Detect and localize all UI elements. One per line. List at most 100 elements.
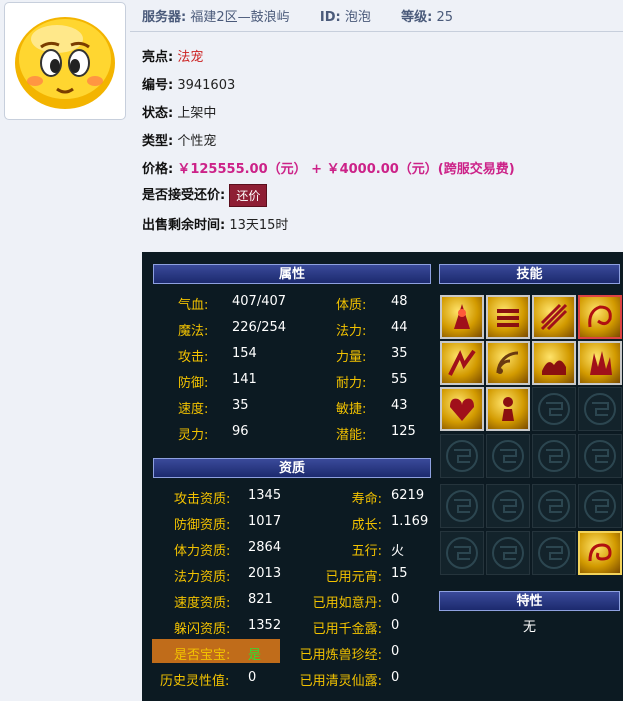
- skill-icon-3[interactable]: [532, 295, 576, 339]
- empty-skill-slot: [486, 484, 530, 528]
- header-divider: [130, 31, 623, 32]
- remain-row: 出售剩余时间: 13天15时: [142, 214, 288, 233]
- type-label: 类型:: [142, 134, 174, 149]
- empty-skill-slot: [486, 531, 530, 575]
- attr-value: 154: [232, 346, 257, 361]
- aptitude-label: 已用元宵:: [325, 570, 382, 585]
- attr-value: 35: [391, 346, 408, 361]
- attr-label: 法力:: [336, 324, 367, 339]
- attr-label: 攻击:: [178, 350, 209, 365]
- empty-skill-slot: [532, 484, 576, 528]
- header-bar: 服务器: 福建2区—鼓浪屿 ID: 泡泡 等级: 25: [142, 6, 453, 25]
- remain-label: 出售剩余时间:: [142, 218, 226, 233]
- traits-header: 特性: [439, 591, 620, 611]
- serial-value: 3941603: [177, 78, 236, 93]
- skill-icon-6[interactable]: [486, 341, 530, 385]
- aptitude-label: 躲闪资质:: [174, 622, 231, 637]
- type-row: 类型: 个性宠: [142, 130, 216, 149]
- counter-offer-label: 是否接受还价:: [142, 188, 226, 203]
- highlight-value: 法宠: [177, 50, 204, 65]
- empty-skill-slot: [440, 531, 484, 575]
- aptitude-value: 0: [248, 670, 257, 685]
- skill-icon-7[interactable]: [532, 341, 576, 385]
- aptitude-value: 1017: [248, 514, 282, 529]
- attr-value: 407/407: [232, 294, 287, 309]
- aptitude-value: 6219: [391, 488, 425, 503]
- aptitude-label: 法力资质:: [174, 570, 231, 585]
- attr-label: 力量:: [336, 350, 367, 365]
- skill-icon-10[interactable]: [486, 387, 530, 431]
- attr-label: 灵力:: [178, 428, 209, 443]
- pet-detail-panel: 属性 技能 气血: 407/407 魔法: 226/254 攻击: 154 防御…: [142, 252, 623, 701]
- attr-label: 敏捷:: [336, 402, 367, 417]
- aptitude-value: 0: [391, 644, 400, 659]
- highlight-row: 亮点: 法宠: [142, 46, 203, 65]
- attr-value: 44: [391, 320, 408, 335]
- attr-value: 125: [391, 424, 416, 439]
- attr-label: 气血:: [178, 298, 209, 313]
- skill-icon-1[interactable]: [440, 295, 484, 339]
- aptitude-header: 资质: [153, 458, 431, 478]
- traits-value: 无: [523, 620, 537, 635]
- status-row: 状态: 上架中: [142, 102, 216, 121]
- skill-icon-4[interactable]: [578, 295, 622, 339]
- aptitude-value: 2864: [248, 540, 282, 555]
- aptitude-value: 1.169: [391, 514, 429, 529]
- smiley-face-icon: [15, 17, 115, 109]
- attr-label: 潜能:: [336, 428, 367, 443]
- aptitude-label: 已用如意丹:: [312, 596, 382, 611]
- is-baby-label: 是否宝宝:: [174, 648, 231, 663]
- skill-icon-special[interactable]: [578, 531, 622, 575]
- empty-skill-slot: [486, 434, 530, 478]
- server-label: 服务器:: [142, 10, 187, 25]
- empty-skill-slot: [440, 484, 484, 528]
- empty-skill-slot: [578, 484, 622, 528]
- aptitude-label: 攻击资质:: [174, 492, 231, 507]
- empty-skill-slot: [532, 387, 576, 431]
- aptitude-value: 2013: [248, 566, 282, 581]
- aptitude-label: 寿命:: [351, 492, 382, 507]
- remain-value: 13天15时: [229, 218, 289, 233]
- id-value: 泡泡: [344, 10, 371, 25]
- price-row: 价格: ￥125555.00（元） + ￥4000.00（元）(跨服交易费): [142, 158, 515, 177]
- aptitude-label: 历史灵性值:: [160, 674, 230, 689]
- skill-icon-8[interactable]: [578, 341, 622, 385]
- aptitude-value: 1345: [248, 488, 282, 503]
- attr-label: 魔法:: [178, 324, 209, 339]
- attr-label: 体质:: [336, 298, 367, 313]
- attr-label: 防御:: [178, 376, 209, 391]
- is-baby-value: 是: [248, 648, 262, 663]
- skills-header: 技能: [439, 264, 620, 284]
- attr-value: 96: [232, 424, 249, 439]
- serial-label: 编号:: [142, 78, 174, 93]
- skill-icon-5[interactable]: [440, 341, 484, 385]
- serial-row: 编号: 3941603: [142, 74, 235, 93]
- server-value: 福建2区—鼓浪屿: [190, 10, 290, 25]
- counter-offer-row: 是否接受还价: 还价: [142, 184, 268, 207]
- aptitude-value: 1352: [248, 618, 282, 633]
- skill-icon-2[interactable]: [486, 295, 530, 339]
- aptitude-value: 15: [391, 566, 408, 581]
- attr-value: 226/254: [232, 320, 287, 335]
- aptitude-label: 速度资质:: [174, 596, 231, 611]
- empty-skill-slot: [532, 434, 576, 478]
- aptitude-label: 已用清灵仙露:: [299, 674, 382, 689]
- type-value: 个性宠: [177, 134, 217, 149]
- level-value: 25: [436, 10, 454, 25]
- id-label: ID:: [319, 10, 341, 25]
- aptitude-label: 已用千金露:: [312, 622, 382, 637]
- highlight-label: 亮点:: [142, 50, 174, 65]
- empty-skill-slot: [578, 434, 622, 478]
- price-label: 价格:: [142, 162, 174, 177]
- level-label: 等级:: [401, 10, 433, 25]
- counter-offer-button[interactable]: 还价: [229, 184, 268, 207]
- pet-avatar: [4, 2, 126, 120]
- aptitude-value: 0: [391, 592, 400, 607]
- aptitude-label: 已用炼兽珍经:: [299, 648, 382, 663]
- attr-label: 速度:: [178, 402, 209, 417]
- price-value: ￥125555.00（元） + ￥4000.00（元）(跨服交易费): [177, 162, 515, 177]
- aptitude-label: 体力资质:: [174, 544, 231, 559]
- aptitude-value: 0: [391, 670, 400, 685]
- skill-icon-9[interactable]: [440, 387, 484, 431]
- aptitude-value: 0: [391, 618, 400, 633]
